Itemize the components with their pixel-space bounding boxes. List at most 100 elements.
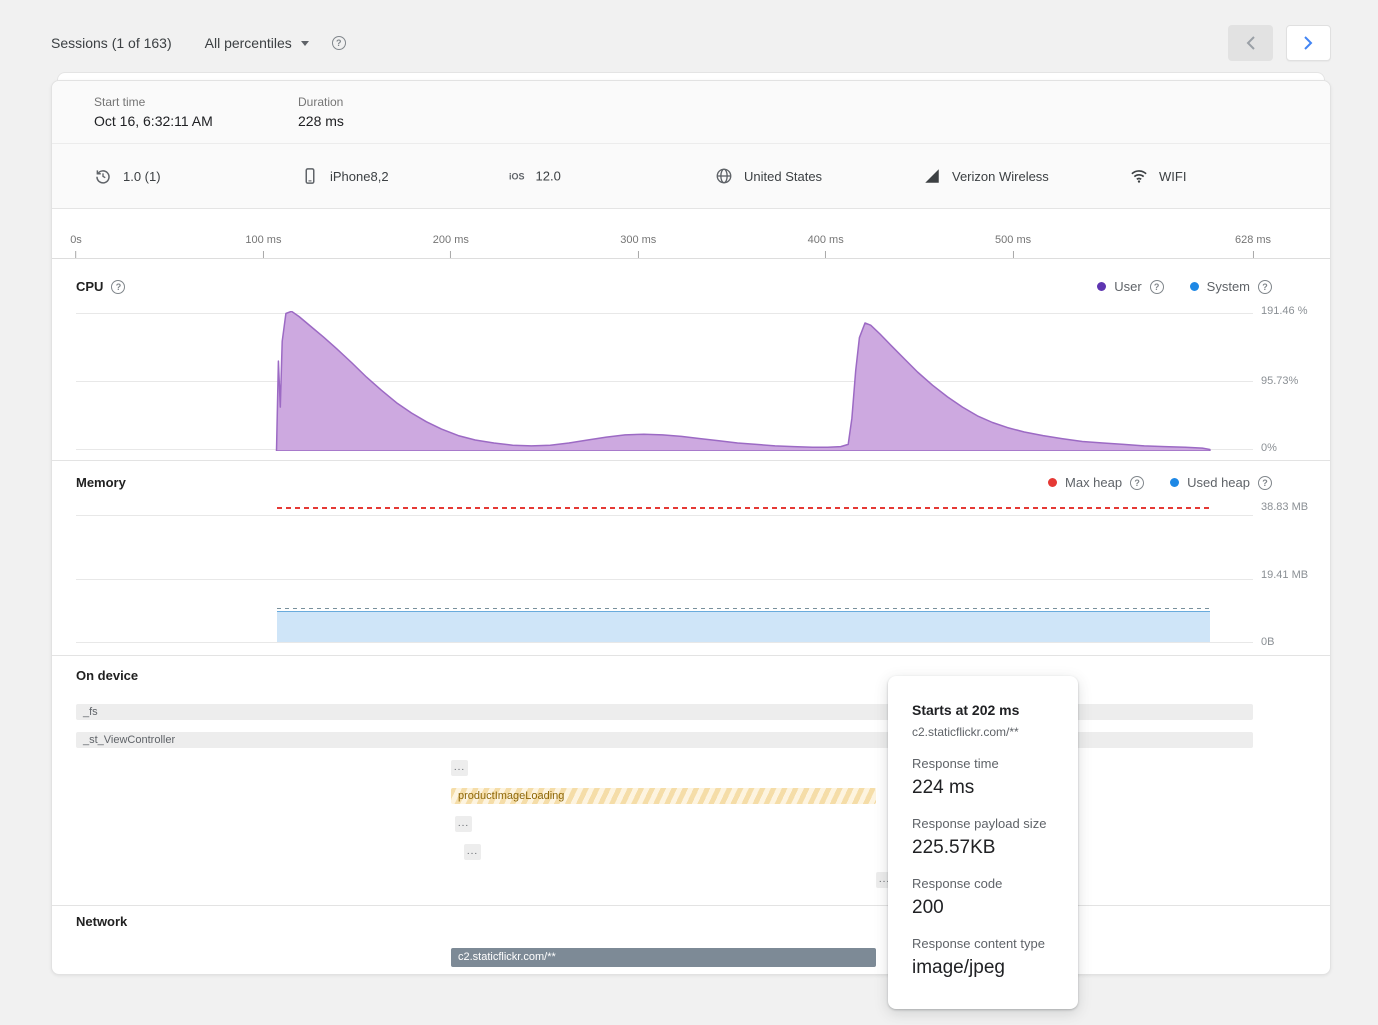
trace-label: ... xyxy=(451,760,468,776)
legend-system[interactable]: System xyxy=(1190,279,1272,294)
device-model-label: iPhone8,2 xyxy=(330,169,389,184)
timeline-tick: 400 ms xyxy=(808,234,844,258)
system-series-dot xyxy=(1190,282,1199,291)
globe-icon xyxy=(715,167,733,185)
timeline-tick-mark xyxy=(1252,251,1253,258)
network-request-bar[interactable]: c2.staticflickr.com/** xyxy=(451,948,876,967)
cpu-section-title: CPU xyxy=(76,279,103,294)
used-heap-band[interactable] xyxy=(277,611,1210,642)
sessions-count-label: Sessions (1 of 163) xyxy=(51,35,172,51)
carrier-label: Verizon Wireless xyxy=(952,169,1049,184)
wifi-icon xyxy=(1130,167,1148,185)
memory-chart[interactable] xyxy=(76,503,1253,643)
response-time-label: Response time xyxy=(912,756,1058,771)
radio-network-item: WIFI xyxy=(1130,167,1186,185)
session-detail-card: Start time Oct 16, 6:32:11 AM Duration 2… xyxy=(51,80,1331,975)
help-icon[interactable] xyxy=(111,280,125,294)
memory-section-head: Memory xyxy=(76,475,126,490)
country-label: United States xyxy=(744,169,822,184)
user-series-dot xyxy=(1097,282,1106,291)
next-session-button[interactable] xyxy=(1286,25,1331,61)
timeline-tick-mark xyxy=(638,251,639,258)
trace-bar-highlighted[interactable]: productImageLoading xyxy=(451,788,876,804)
percentile-selector[interactable]: All percentiles xyxy=(205,35,309,51)
session-nav xyxy=(1228,25,1331,61)
legend-max-heap[interactable]: Max heap xyxy=(1048,475,1144,490)
timeline-tick-label: 300 ms xyxy=(620,234,656,246)
trace-label: ... xyxy=(464,844,481,860)
help-icon[interactable] xyxy=(1150,280,1164,294)
ios-icon: iOS xyxy=(509,171,525,181)
country-item: United States xyxy=(715,167,822,185)
memory-legend: Max heap Used heap xyxy=(1048,475,1272,490)
response-content-type-label: Response content type xyxy=(912,936,1058,951)
on-device-section: On device _fs_st_ViewController...produc… xyxy=(52,656,1330,906)
network-request-label: c2.staticflickr.com/** xyxy=(451,948,876,967)
duration-field: Duration 228 ms xyxy=(298,95,344,129)
timeline-ruler[interactable]: 0s 100 ms 200 ms 300 ms 400 ms 500 ms 628 ms xyxy=(52,209,1330,259)
response-code-value: 200 xyxy=(912,897,1058,919)
timeline-tick: 200 ms xyxy=(433,234,469,258)
chevron-right-icon xyxy=(1304,36,1313,50)
help-icon[interactable] xyxy=(332,36,346,50)
session-header: Start time Oct 16, 6:32:11 AM Duration 2… xyxy=(52,81,1330,144)
cpu-chart[interactable] xyxy=(76,311,1253,451)
timeline-tick: 0s xyxy=(70,234,82,258)
chevron-left-icon xyxy=(1246,36,1255,50)
help-icon[interactable] xyxy=(1130,476,1144,490)
timeline-tick-mark xyxy=(263,251,264,258)
memory-section: Memory Max heap Used heap 38.83 MB 19.41… xyxy=(52,461,1330,656)
app-version-label: 1.0 (1) xyxy=(123,169,161,184)
response-payload-value: 225.57KB xyxy=(912,837,1058,859)
trace-label: productImageLoading xyxy=(451,788,876,804)
legend-max-heap-label: Max heap xyxy=(1065,475,1122,490)
timeline-tick: 100 ms xyxy=(245,234,281,258)
timeline-tick: 300 ms xyxy=(620,234,656,258)
cpu-chart-svg xyxy=(76,311,1253,451)
timeline-tick-mark xyxy=(825,251,826,258)
max-heap-series-dot xyxy=(1048,478,1057,487)
legend-user-label: User xyxy=(1114,279,1141,294)
gridline xyxy=(76,579,1253,580)
cpu-ytick-zero: 0% xyxy=(1261,442,1313,455)
max-heap-line xyxy=(277,507,1210,509)
gridline xyxy=(76,515,1253,516)
os-version-label: 12.0 xyxy=(536,169,561,184)
used-heap-series-dot xyxy=(1170,478,1179,487)
timeline-tick: 500 ms xyxy=(995,234,1031,258)
timeline-tick-mark xyxy=(76,251,77,258)
cpu-legend: User System xyxy=(1097,279,1272,294)
memory-ytick-zero: 0B xyxy=(1261,636,1313,649)
memory-ytick-mid: 19.41 MB xyxy=(1261,569,1313,582)
response-content-type-value: image/jpeg xyxy=(912,957,1058,979)
previous-session-button[interactable] xyxy=(1228,25,1273,61)
trace-bar-collapsed[interactable]: ... xyxy=(464,844,481,860)
duration-value: 228 ms xyxy=(298,113,344,129)
device-model-item: iPhone8,2 xyxy=(301,167,389,185)
timeline-tick-label: 200 ms xyxy=(433,234,469,246)
carrier-item: Verizon Wireless xyxy=(923,167,1049,185)
radio-network-label: WIFI xyxy=(1159,169,1186,184)
trace-bar-collapsed[interactable]: ... xyxy=(451,760,468,776)
start-time-value: Oct 16, 6:32:11 AM xyxy=(94,113,298,129)
legend-system-label: System xyxy=(1207,279,1250,294)
trace-bar-collapsed[interactable]: ... xyxy=(455,816,472,832)
carrier-signal-icon xyxy=(923,167,941,185)
percentile-selector-label: All percentiles xyxy=(205,35,292,51)
gridline xyxy=(76,642,1253,643)
cpu-ytick-mid: 95.73% xyxy=(1261,375,1313,388)
help-icon[interactable] xyxy=(1258,476,1272,490)
timeline-tick-label: 500 ms xyxy=(995,234,1031,246)
cpu-section: CPU User System 191.46 % 95.73% xyxy=(52,259,1330,461)
timeline-tick-label: 100 ms xyxy=(245,234,281,246)
legend-used-heap[interactable]: Used heap xyxy=(1170,475,1272,490)
help-icon[interactable] xyxy=(1258,280,1272,294)
response-time-value: 224 ms xyxy=(912,777,1058,799)
topbar: Sessions (1 of 163) All percentiles xyxy=(51,24,1331,62)
network-section: Network c2.staticflickr.com/** xyxy=(52,906,1330,975)
cpu-section-head: CPU xyxy=(76,279,125,294)
timeline-tick-label: 628 ms xyxy=(1235,234,1271,246)
legend-user[interactable]: User xyxy=(1097,279,1163,294)
start-time-field: Start time Oct 16, 6:32:11 AM xyxy=(94,95,298,129)
network-request-tooltip: Starts at 202 ms c2.staticflickr.com/** … xyxy=(888,676,1078,1009)
